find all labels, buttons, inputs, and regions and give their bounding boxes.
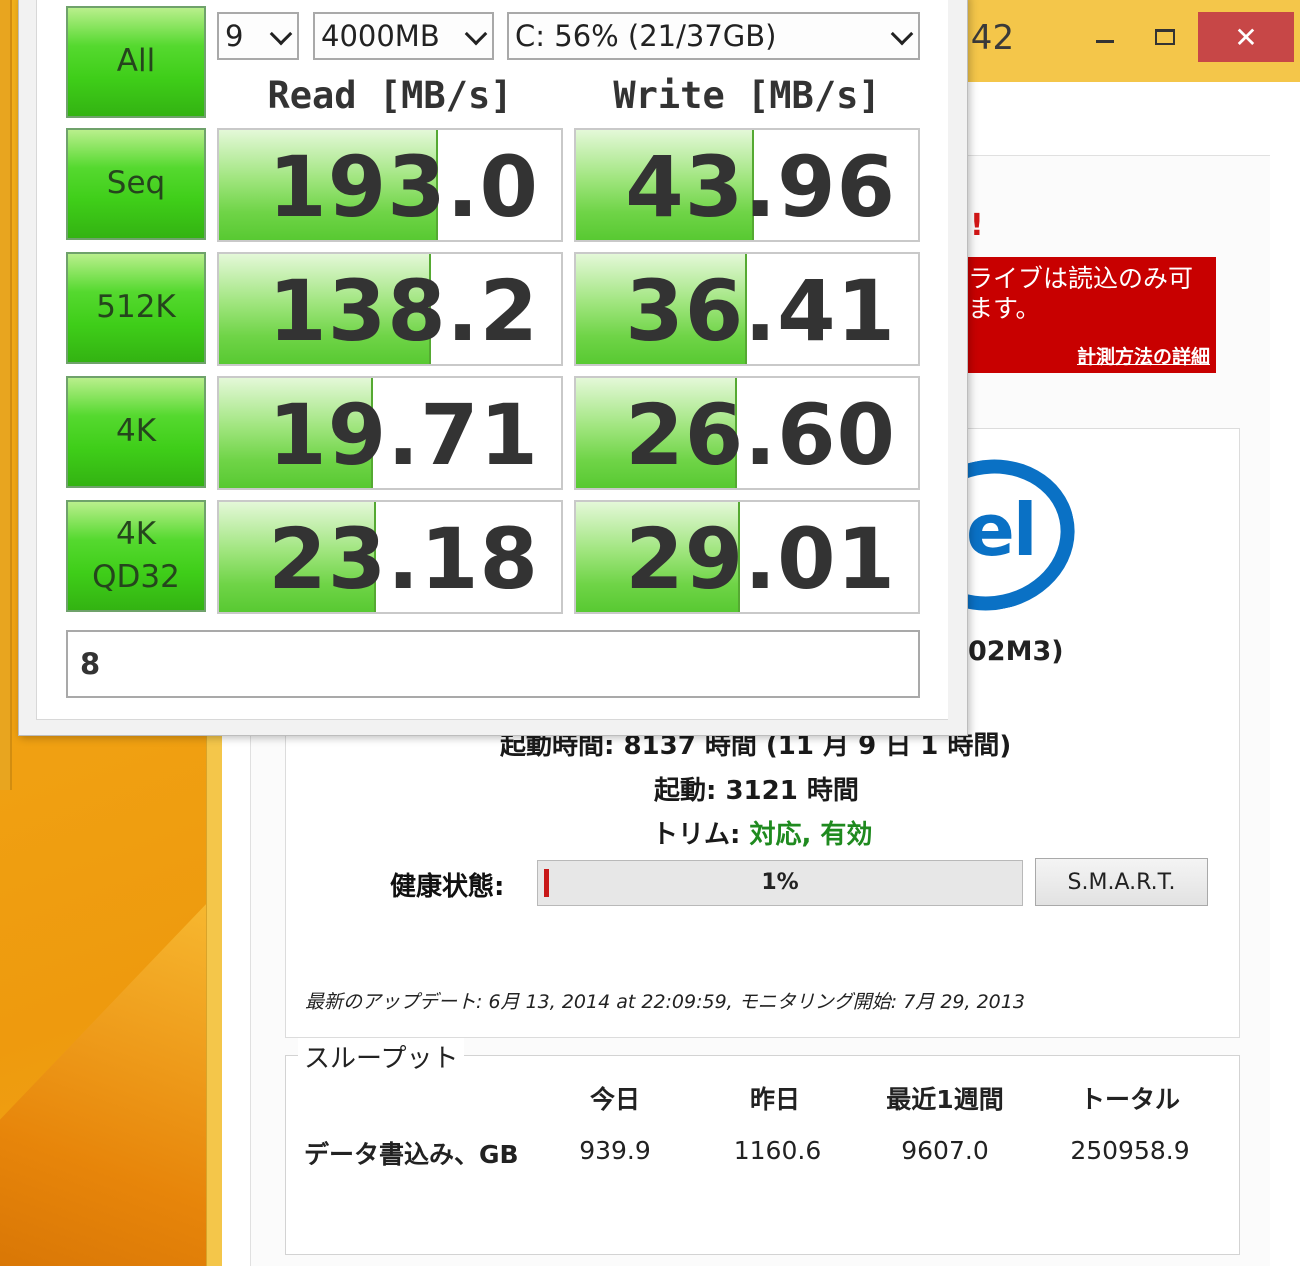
read-result-cell: 23.18 xyxy=(217,500,563,614)
comment-text: 8 xyxy=(80,647,101,681)
write-speed-value: 29.01 xyxy=(625,510,896,608)
test-button-label: Seq xyxy=(106,165,166,202)
test-count-select[interactable]: 9 xyxy=(217,12,299,60)
throughput-row-label: データ書込み、GB xyxy=(304,1140,519,1169)
write-speed-value: 43.96 xyxy=(625,138,896,236)
write-speed-value: 26.60 xyxy=(625,386,896,484)
read-speed-value: 19.71 xyxy=(268,386,539,484)
drive-select[interactable]: C: 56% (21/37GB) xyxy=(507,12,920,60)
throughput-header-week: 最近1週間 xyxy=(886,1085,1004,1114)
desktop-edge xyxy=(0,0,12,790)
model-number: 02M3) xyxy=(968,636,1064,667)
throughput-value-today: 939.9 xyxy=(579,1136,651,1165)
close-button[interactable]: ✕ xyxy=(1198,12,1294,62)
write-result-cell: 43.96 xyxy=(574,128,920,242)
comment-field[interactable]: 8 xyxy=(66,630,920,698)
all-button[interactable]: All xyxy=(66,6,206,118)
throughput-header-yesterday: 昨日 xyxy=(749,1085,800,1114)
test-button-label: 4K xyxy=(115,413,157,450)
chevron-down-icon xyxy=(890,22,914,46)
desktop-wallpaper-shape xyxy=(0,900,210,1266)
smart-button[interactable]: S.M.A.R.T. xyxy=(1035,858,1208,906)
test-count-value: 9 xyxy=(225,19,244,53)
close-icon: ✕ xyxy=(1234,20,1258,54)
startup-count: 起動: 3121 時間 xyxy=(654,770,859,807)
trim-value: 対応, 有効 xyxy=(749,820,873,850)
test-size-value: 4000MB xyxy=(321,19,440,53)
test-button-label: 4K xyxy=(115,515,157,552)
all-button-label: All xyxy=(116,43,156,80)
test-button-2[interactable]: 512K xyxy=(66,252,206,364)
write-speed-value: 36.41 xyxy=(625,262,896,360)
window-title: .42 xyxy=(960,18,1015,58)
last-update-info: 最新のアップデート: 6月 13, 2014 at 22:09:59, モニタリ… xyxy=(305,991,1025,1013)
alert-mark: ! xyxy=(970,208,984,243)
chevron-down-icon xyxy=(269,22,293,46)
maximize-icon xyxy=(1155,29,1175,45)
throughput-value-yesterday: 1160.6 xyxy=(733,1136,822,1165)
read-result-cell: 138.2 xyxy=(217,252,563,366)
trim-label: トリム: xyxy=(652,820,741,850)
chevron-down-icon xyxy=(464,22,488,46)
read-header: Read [MB/s] xyxy=(267,74,513,117)
test-button-1[interactable]: Seq xyxy=(66,128,206,240)
intel-logo-text: el xyxy=(966,488,1038,572)
health-value: 1% xyxy=(761,870,799,895)
startup-value: 3121 時間 xyxy=(725,776,859,806)
throughput-legend: スループット xyxy=(298,1038,465,1075)
test-button-4[interactable]: 4K QD32 xyxy=(66,500,206,612)
drive-value: C: 56% (21/37GB) xyxy=(515,19,777,53)
read-speed-value: 138.2 xyxy=(268,262,539,360)
test-button-sublabel: QD32 xyxy=(92,559,180,595)
trim-status: トリム: 対応, 有効 xyxy=(652,814,872,851)
minimize-icon xyxy=(1096,39,1114,43)
read-speed-value: 23.18 xyxy=(268,510,539,608)
read-result-cell: 193.0 xyxy=(217,128,563,242)
write-result-cell: 36.41 xyxy=(574,252,920,366)
maximize-button[interactable] xyxy=(1140,12,1190,62)
health-progress-bar: 1% xyxy=(537,860,1023,906)
throughput-value-week: 9607.0 xyxy=(901,1136,989,1165)
startup-label: 起動: xyxy=(654,776,717,806)
minimize-button[interactable] xyxy=(1080,12,1130,62)
alert-banner: ライブは読込のみ可 ます。 計測方法の詳細 xyxy=(962,257,1216,373)
read-result-cell: 19.71 xyxy=(217,376,563,490)
test-size-select[interactable]: 4000MB xyxy=(313,12,494,60)
measurement-details-link[interactable]: 計測方法の詳細 xyxy=(1077,342,1210,369)
alert-text-line2: ます。 xyxy=(968,294,1041,323)
write-result-cell: 29.01 xyxy=(574,500,920,614)
write-header: Write [MB/s] xyxy=(613,74,881,117)
throughput-value-total: 250958.9 xyxy=(1070,1136,1190,1165)
write-result-cell: 26.60 xyxy=(574,376,920,490)
read-speed-value: 193.0 xyxy=(268,138,539,236)
throughput-header-today: 今日 xyxy=(589,1085,640,1114)
test-button-label: 512K xyxy=(96,289,176,326)
test-button-3[interactable]: 4K xyxy=(66,376,206,488)
health-label: 健康状態: xyxy=(390,872,505,902)
throughput-header-total: トータル xyxy=(1079,1085,1180,1114)
